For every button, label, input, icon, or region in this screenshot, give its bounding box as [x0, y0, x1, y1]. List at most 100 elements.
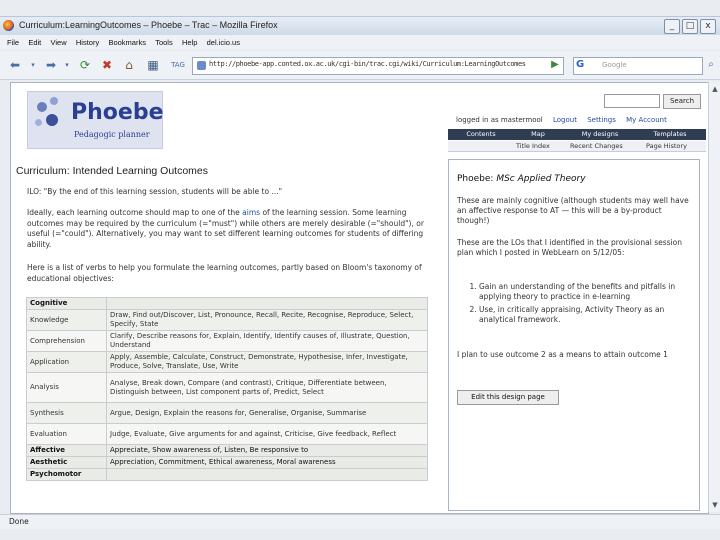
nav-map[interactable]: Map: [518, 129, 558, 140]
category-cell: Affective: [26, 444, 107, 457]
category-cell: Analysis: [26, 372, 107, 403]
table-row: Affective Appreciate, Show awareness of,…: [26, 444, 428, 457]
forward-arrow-icon[interactable]: ➡: [42, 56, 60, 74]
verbs-intro: Here is a list of verbs to help you form…: [27, 263, 422, 283]
verbs-cell: Draw, Find out/Discover, List, Pronounce…: [106, 309, 428, 331]
status-bar: Done: [0, 514, 720, 529]
page-content: Phoebe Pedagogic planner Search logged i…: [10, 82, 709, 514]
category-cell: Comprehension: [26, 330, 107, 352]
phoebe-logo[interactable]: Phoebe Pedagogic planner: [27, 91, 164, 149]
ilo-stem: ILO: "By the end of this learning sessio…: [27, 187, 283, 196]
site-favicon: [197, 61, 206, 70]
table-row: Synthesis Argue, Design, Explain the rea…: [26, 402, 428, 424]
back-dropdown-icon[interactable]: ▾: [28, 56, 38, 74]
menu-file[interactable]: File: [7, 35, 19, 50]
search-placeholder: Google: [602, 61, 627, 69]
go-arrow-icon[interactable]: ▶: [547, 57, 563, 73]
forward-dropdown-icon[interactable]: ▾: [62, 56, 72, 74]
google-icon[interactable]: G: [576, 59, 588, 71]
browser-window: Curriculum:LearningOutcomes – Phoebe – T…: [0, 0, 720, 540]
menu-view[interactable]: View: [51, 35, 67, 50]
verbs-cell: Appreciation, Commitment, Ethical awaren…: [106, 456, 428, 469]
table-row: Evaluation Judge, Evaluate, Give argumen…: [26, 423, 428, 445]
minimize-button[interactable]: _: [664, 19, 680, 34]
sidebar-note-2: These are the LOs that I identified in t…: [457, 238, 682, 257]
verbs-table: Cognitive Knowledge Draw, Find out/Disco…: [26, 297, 428, 481]
sidebar-note-3: I plan to use outcome 2 as a means to at…: [457, 350, 668, 359]
sidebar-note-1: These are mainly cognitive (although stu…: [457, 196, 689, 225]
menu-tools[interactable]: Tools: [155, 35, 173, 50]
guidance-text-a: Ideally, each learning outcome should ma…: [27, 208, 243, 217]
table-row: Analysis Analyse, Break down, Compare (a…: [26, 372, 428, 403]
trac-tag-icon[interactable]: TAG: [168, 56, 188, 74]
nav-contents[interactable]: Contents: [456, 129, 506, 140]
guidance-paragraph: Ideally, each learning outcome should ma…: [27, 208, 427, 250]
sidebar-title-name: MSc Applied Theory: [496, 174, 586, 184]
stop-icon[interactable]: ✖: [98, 56, 116, 74]
verbs-cell: Apply, Assemble, Calculate, Construct, D…: [106, 351, 428, 373]
title-bar: Curriculum:LearningOutcomes – Phoebe – T…: [0, 16, 720, 35]
verbs-cell: Judge, Evaluate, Give arguments for and …: [106, 423, 428, 445]
table-header-cognitive: Cognitive: [26, 297, 107, 310]
nav-my-designs[interactable]: My designs: [570, 129, 630, 140]
menu-help[interactable]: Help: [182, 35, 197, 50]
verbs-cell: Clarify, Describe reasons for, Explain, …: [106, 330, 428, 352]
maximize-button[interactable]: □: [682, 19, 698, 34]
table-row: Application Apply, Assemble, Calculate, …: [26, 351, 428, 373]
vertical-scrollbar[interactable]: ▲ ▼: [708, 82, 720, 512]
aims-link[interactable]: aims: [242, 208, 260, 217]
category-cell: Knowledge: [26, 309, 107, 331]
category-cell: Evaluation: [26, 423, 107, 445]
menu-edit[interactable]: Edit: [28, 35, 41, 50]
home-icon[interactable]: ⌂: [120, 56, 138, 74]
meta-nav: logged in as mastermool Logout Settings …: [456, 116, 675, 124]
main-navigation: Contents Map My designs Templates: [448, 129, 706, 140]
reload-icon[interactable]: ⟳: [76, 56, 94, 74]
delicious-icon[interactable]: ▦: [144, 56, 162, 74]
menu-history[interactable]: History: [76, 35, 99, 50]
url-text[interactable]: http://phoebe-app.conted.ox.ac.uk/cgi-bi…: [209, 60, 526, 68]
search-magnifier-icon[interactable]: ⌕: [704, 56, 718, 74]
category-cell: Aesthetic: [26, 456, 107, 469]
back-arrow-icon[interactable]: ⬅: [6, 56, 24, 74]
window-title: Curriculum:LearningOutcomes – Phoebe – T…: [19, 20, 278, 30]
verbs-cell: Analyse, Break down, Compare (and contra…: [106, 372, 428, 403]
page-title: Curriculum: Intended Learning Outcomes: [16, 165, 209, 177]
nav-templates[interactable]: Templates: [640, 129, 700, 140]
category-cell: Psychomotor: [26, 468, 107, 481]
scroll-down-icon[interactable]: ▼: [710, 500, 720, 510]
search-box[interactable]: G Google: [573, 57, 703, 75]
verbs-cell: Argue, Design, Explain the reasons for, …: [106, 402, 428, 424]
verbs-cell: Appreciate, Show awareness of, Listen, B…: [106, 444, 428, 457]
status-text: Done: [9, 517, 29, 526]
logged-in-text: logged in as mastermool: [456, 116, 543, 124]
menu-bar: File Edit View History Bookmarks Tools H…: [0, 35, 720, 50]
logo-tagline: Pedagogic planner: [74, 130, 150, 139]
sidebar-title: Phoebe: MSc Applied Theory: [457, 174, 586, 184]
table-row: Knowledge Draw, Find out/Discover, List,…: [26, 309, 428, 331]
list-item: Use, in critically appraising, Activity …: [479, 305, 697, 325]
menu-delicious[interactable]: del.icio.us: [207, 35, 240, 50]
settings-link[interactable]: Settings: [587, 116, 616, 124]
logout-link[interactable]: Logout: [553, 116, 577, 124]
site-search-button[interactable]: Search: [663, 94, 701, 109]
list-item: Gain an understanding of the benefits an…: [479, 282, 697, 302]
close-button[interactable]: x: [700, 19, 716, 34]
edit-design-button[interactable]: Edit this design page: [457, 390, 559, 405]
scroll-up-icon[interactable]: ▲: [710, 84, 720, 94]
table-row: Comprehension Clarify, Describe reasons …: [26, 330, 428, 352]
menu-bookmarks[interactable]: Bookmarks: [108, 35, 146, 50]
nav-title-index[interactable]: Title Index: [516, 141, 550, 151]
nav-recent-changes[interactable]: Recent Changes: [570, 141, 623, 151]
firefox-icon: [3, 20, 14, 31]
site-search-input[interactable]: [604, 94, 660, 108]
my-account-link[interactable]: My Account: [626, 116, 667, 124]
navigation-toolbar: ⬅ ▾ ➡ ▾ ⟳ ✖ ⌂ ▦ TAG http://phoebe-app.co…: [0, 51, 720, 80]
nav-page-history[interactable]: Page History: [646, 141, 687, 151]
table-row: Psychomotor: [26, 468, 428, 481]
url-bar[interactable]: http://phoebe-app.conted.ox.ac.uk/cgi-bi…: [192, 57, 564, 75]
category-cell: Application: [26, 351, 107, 373]
sidebar-outcomes-list: Gain an understanding of the benefits an…: [467, 282, 697, 328]
category-cell: Synthesis: [26, 402, 107, 424]
table-row: Aesthetic Appreciation, Commitment, Ethi…: [26, 456, 428, 469]
